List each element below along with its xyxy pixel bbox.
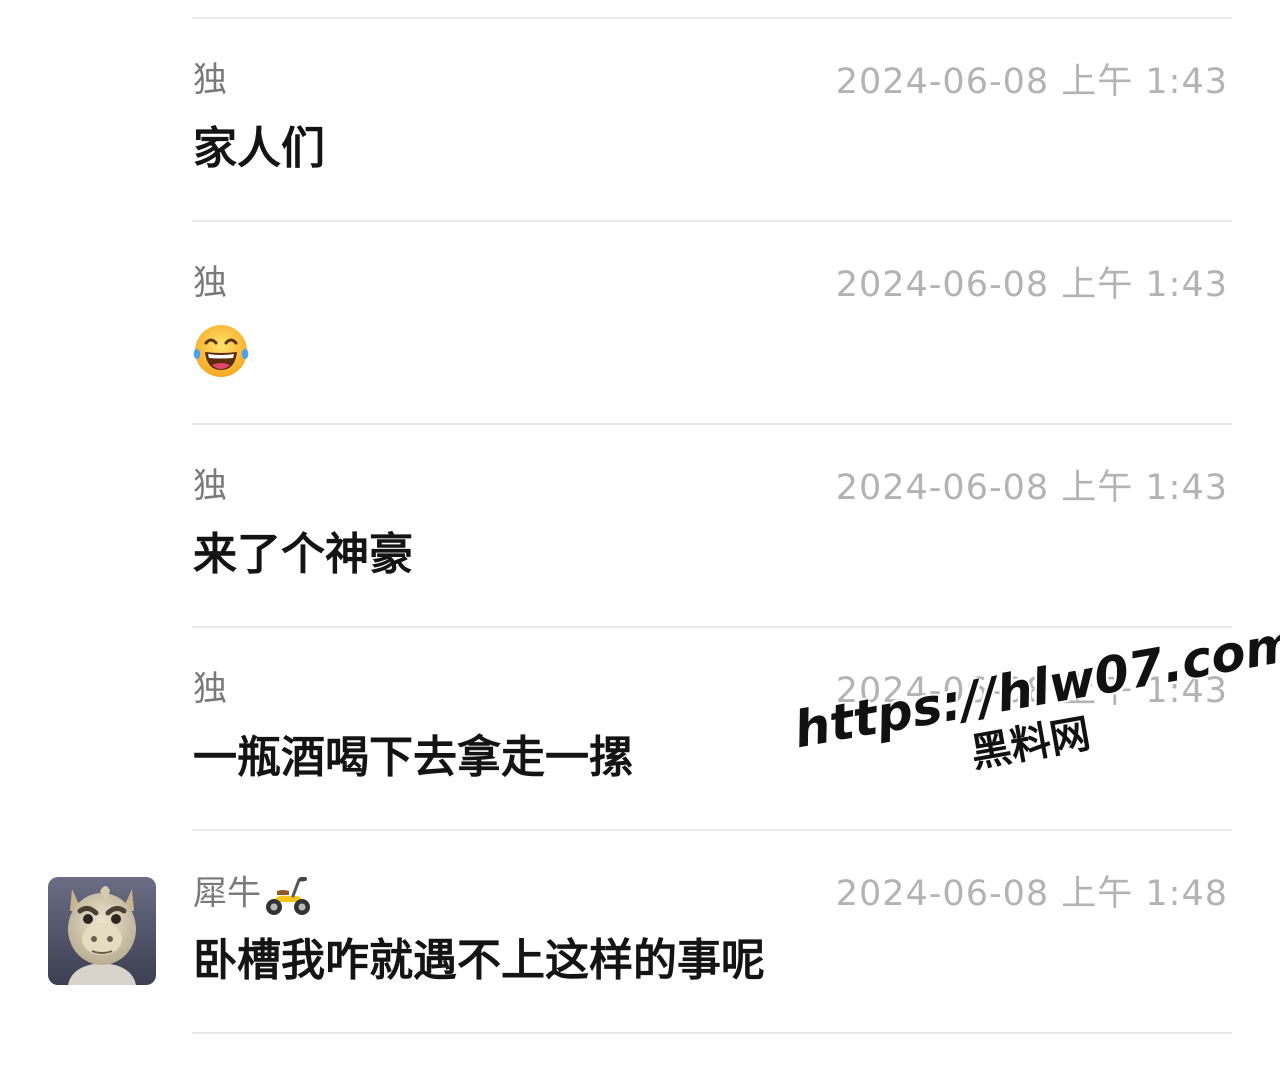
message-timestamp: 2024-06-08 上午 1:43 <box>835 468 1228 508</box>
face-with-tears-of-joy-icon <box>193 325 249 377</box>
message-item[interactable]: 独 2024-06-08 上午 1:43 来了个神豪 <box>0 466 1280 669</box>
divider <box>192 220 1232 222</box>
divider <box>192 626 1232 628</box>
sender-name: 独 <box>193 263 227 303</box>
sender-name: 独 <box>193 60 227 100</box>
divider <box>192 829 1232 831</box>
message-item[interactable]: 独 2024-06-08 上午 1:43 <box>0 263 1280 466</box>
sender-name: 独 <box>193 669 227 709</box>
message-timestamp: 2024-06-08 上午 1:43 <box>835 671 1228 711</box>
message-timestamp: 2024-06-08 上午 1:48 <box>835 874 1228 914</box>
sender-name: 独 <box>193 466 227 506</box>
scooter-icon <box>266 877 310 915</box>
divider <box>192 423 1232 425</box>
message-item[interactable]: 独 2024-06-08 上午 1:43 一瓶酒喝下去拿走一摞 <box>0 669 1280 872</box>
message-timestamp: 2024-06-08 上午 1:43 <box>835 265 1228 305</box>
divider <box>192 17 1232 19</box>
divider <box>192 1032 1232 1034</box>
message-text: 家人们 <box>193 123 325 174</box>
message-text: 卧槽我咋就遇不上这样的事呢 <box>193 935 765 986</box>
message-item[interactable]: 犀牛 2024-06-08 上午 1:48 卧槽我咋就遇不上这样的事呢 <box>0 872 1280 1075</box>
message-text: 来了个神豪 <box>193 529 413 580</box>
message-timestamp: 2024-06-08 上午 1:43 <box>835 62 1228 102</box>
sender-name: 犀牛 <box>193 872 311 918</box>
chat-message-list: 独 2024-06-08 上午 1:43 家人们 独 2024-06-08 上午… <box>0 0 1280 1041</box>
message-text: 一瓶酒喝下去拿走一摞 <box>193 732 633 783</box>
sender-name-label: 犀牛 <box>193 873 261 914</box>
message-item[interactable]: 独 2024-06-08 上午 1:43 家人们 <box>0 60 1280 263</box>
